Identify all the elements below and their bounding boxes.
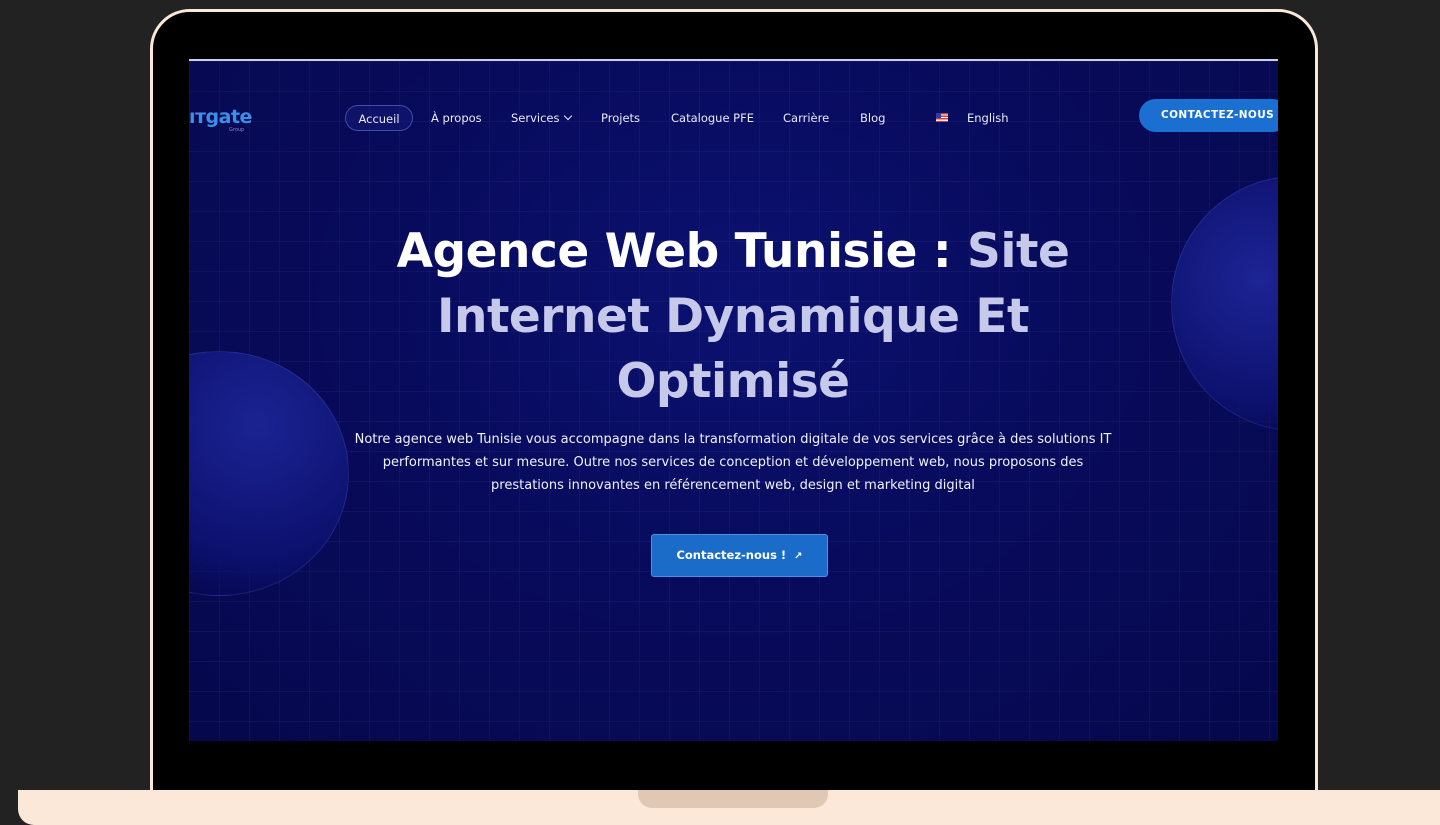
language-switcher[interactable]: English: [967, 105, 1009, 131]
nav-item-catalogue-pfe[interactable]: Catalogue PFE: [671, 105, 754, 131]
site-logo-subtitle: Group: [229, 127, 245, 133]
chevron-down-icon: [563, 111, 572, 121]
us-flag-icon: [936, 113, 948, 122]
nav-item-accueil[interactable]: Accueil: [345, 105, 413, 131]
hero-title-main: Agence Web Tunisie :: [396, 224, 968, 279]
nav-item-a-propos[interactable]: À propos: [431, 105, 482, 131]
laptop-notch: [638, 790, 828, 808]
site-logo[interactable]: ıтgate: [189, 106, 252, 128]
nav-item-projets[interactable]: Projets: [601, 105, 640, 131]
nav-item-carriere[interactable]: Carrière: [783, 105, 829, 131]
hero-description: Notre agence web Tunisie vous accompagne…: [354, 432, 1112, 493]
hero-title: Agence Web Tunisie : Site Internet Dynam…: [333, 219, 1133, 414]
arrow-up-right-icon: ↗: [794, 551, 803, 562]
contact-us-hero-button[interactable]: Contactez-nous ! ↗: [651, 534, 828, 577]
contact-us-header-button[interactable]: CONTACTEZ-NOUS !: [1139, 99, 1278, 132]
nav-item-services-label: Services: [511, 111, 560, 125]
nav-item-services[interactable]: Services: [511, 105, 572, 131]
contact-us-hero-label: Contactez-nous !: [676, 548, 787, 562]
nav-item-blog[interactable]: Blog: [860, 105, 885, 131]
website-screen: ıтgate Group Accueil À propos Services P…: [189, 59, 1278, 741]
